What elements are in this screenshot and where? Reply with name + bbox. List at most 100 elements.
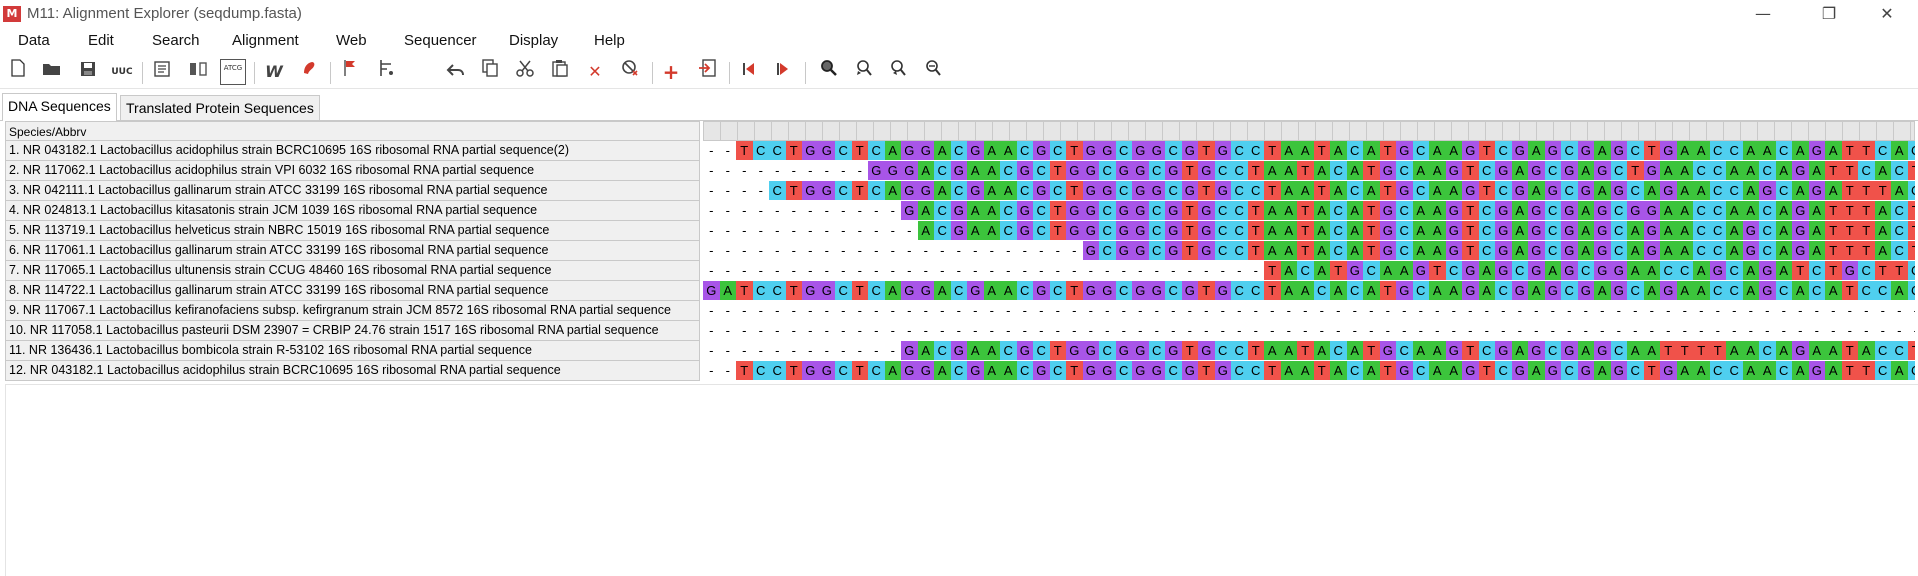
base-cell[interactable]: T [851, 361, 868, 380]
base-cell[interactable]: C [1610, 161, 1627, 180]
gap-cell[interactable]: - [1874, 301, 1891, 320]
gap-cell[interactable]: - [1709, 301, 1726, 320]
base-cell[interactable]: G [1561, 201, 1578, 220]
base-cell[interactable]: A [1660, 161, 1677, 180]
gap-cell[interactable]: - [1858, 301, 1875, 320]
base-cell[interactable]: C [752, 141, 769, 160]
base-cell[interactable]: G [818, 181, 835, 200]
gap-cell[interactable]: - [1660, 321, 1677, 340]
base-cell[interactable]: A [1726, 341, 1743, 360]
base-cell[interactable]: T [1363, 221, 1380, 240]
base-cell[interactable]: T [1264, 281, 1281, 300]
base-cell[interactable]: G [1742, 241, 1759, 260]
base-cell[interactable]: G [1181, 141, 1198, 160]
base-cell[interactable]: G [1412, 261, 1429, 280]
base-cell[interactable]: A [1858, 341, 1875, 360]
gap-cell[interactable]: - [884, 201, 901, 220]
base-cell[interactable]: G [1066, 161, 1083, 180]
base-cell[interactable]: C [1709, 241, 1726, 260]
base-cell[interactable]: G [1132, 221, 1149, 240]
base-cell[interactable]: G [1198, 221, 1215, 240]
base-cell[interactable]: C [1412, 181, 1429, 200]
base-cell[interactable]: A [1825, 341, 1842, 360]
base-cell[interactable]: A [1396, 261, 1413, 280]
gap-cell[interactable]: - [934, 241, 951, 260]
base-cell[interactable]: G [1082, 341, 1099, 360]
base-cell[interactable]: T [1297, 221, 1314, 240]
base-cell[interactable]: C [1775, 181, 1792, 200]
gap-cell[interactable]: - [1000, 301, 1017, 320]
base-cell[interactable]: A [1693, 281, 1710, 300]
base-cell[interactable]: G [1759, 281, 1776, 300]
base-cell[interactable]: A [1379, 261, 1396, 280]
gap-cell[interactable]: - [1280, 321, 1297, 340]
base-cell[interactable]: A [1313, 201, 1330, 220]
base-cell[interactable]: G [1610, 281, 1627, 300]
base-cell[interactable]: G [1495, 261, 1512, 280]
base-cell[interactable]: T [1181, 221, 1198, 240]
base-cell[interactable]: T [1462, 201, 1479, 220]
gap-cell[interactable]: - [1627, 321, 1644, 340]
base-cell[interactable]: C [1907, 361, 1915, 380]
base-cell[interactable]: A [1330, 361, 1347, 380]
mark-site-icon[interactable] [337, 59, 363, 85]
gap-cell[interactable]: - [868, 241, 885, 260]
base-cell[interactable]: T [1264, 141, 1281, 160]
delete-gap-icon[interactable] [617, 59, 643, 85]
gap-cell[interactable]: - [851, 341, 868, 360]
base-cell[interactable]: C [1148, 241, 1165, 260]
gap-cell[interactable]: - [1660, 301, 1677, 320]
base-cell[interactable]: G [901, 201, 918, 220]
base-cell[interactable]: C [1759, 161, 1776, 180]
gap-cell[interactable]: - [884, 241, 901, 260]
gap-cell[interactable]: - [1214, 261, 1231, 280]
base-cell[interactable]: T [1874, 181, 1891, 200]
base-cell[interactable]: C [1016, 281, 1033, 300]
gap-cell[interactable]: - [1247, 301, 1264, 320]
base-cell[interactable]: C [1231, 221, 1248, 240]
gap-cell[interactable]: - [1445, 301, 1462, 320]
base-cell[interactable]: A [983, 161, 1000, 180]
base-cell[interactable]: A [1264, 341, 1281, 360]
base-cell[interactable]: G [1132, 341, 1149, 360]
base-cell[interactable]: T [1841, 181, 1858, 200]
base-cell[interactable]: G [1643, 201, 1660, 220]
base-cell[interactable]: T [1379, 181, 1396, 200]
base-cell[interactable]: T [1198, 361, 1215, 380]
base-cell[interactable]: T [1858, 241, 1875, 260]
base-cell[interactable]: T [1181, 161, 1198, 180]
base-cell[interactable]: T [1792, 261, 1809, 280]
base-cell[interactable]: G [1462, 181, 1479, 200]
base-cell[interactable]: T [1907, 161, 1915, 180]
base-cell[interactable]: C [1858, 281, 1875, 300]
base-cell[interactable]: T [1049, 221, 1066, 240]
base-cell[interactable]: C [1445, 261, 1462, 280]
base-cell[interactable]: A [1825, 181, 1842, 200]
base-cell[interactable]: C [1033, 201, 1050, 220]
base-cell[interactable]: A [1280, 261, 1297, 280]
base-cell[interactable]: G [1627, 201, 1644, 220]
base-cell[interactable]: T [1049, 161, 1066, 180]
base-cell[interactable]: G [1033, 141, 1050, 160]
base-cell[interactable]: T [1858, 221, 1875, 240]
gap-cell[interactable]: - [703, 301, 720, 320]
gap-cell[interactable]: - [934, 261, 951, 280]
base-cell[interactable]: G [1214, 181, 1231, 200]
base-cell[interactable]: A [1891, 281, 1908, 300]
gap-cell[interactable]: - [1676, 321, 1693, 340]
base-cell[interactable]: C [1000, 221, 1017, 240]
base-cell[interactable]: C [1627, 141, 1644, 160]
base-cell[interactable]: A [1280, 181, 1297, 200]
base-cell[interactable]: A [917, 341, 934, 360]
gap-cell[interactable]: - [1396, 301, 1413, 320]
base-cell[interactable]: C [1165, 181, 1182, 200]
gap-cell[interactable]: - [835, 161, 852, 180]
base-cell[interactable]: A [1726, 161, 1743, 180]
base-cell[interactable]: C [1231, 361, 1248, 380]
base-cell[interactable]: T [1264, 261, 1281, 280]
gap-cell[interactable]: - [1825, 301, 1842, 320]
base-cell[interactable]: G [1495, 201, 1512, 220]
base-cell[interactable]: G [1379, 201, 1396, 220]
base-cell[interactable]: G [967, 181, 984, 200]
gap-cell[interactable]: - [703, 261, 720, 280]
